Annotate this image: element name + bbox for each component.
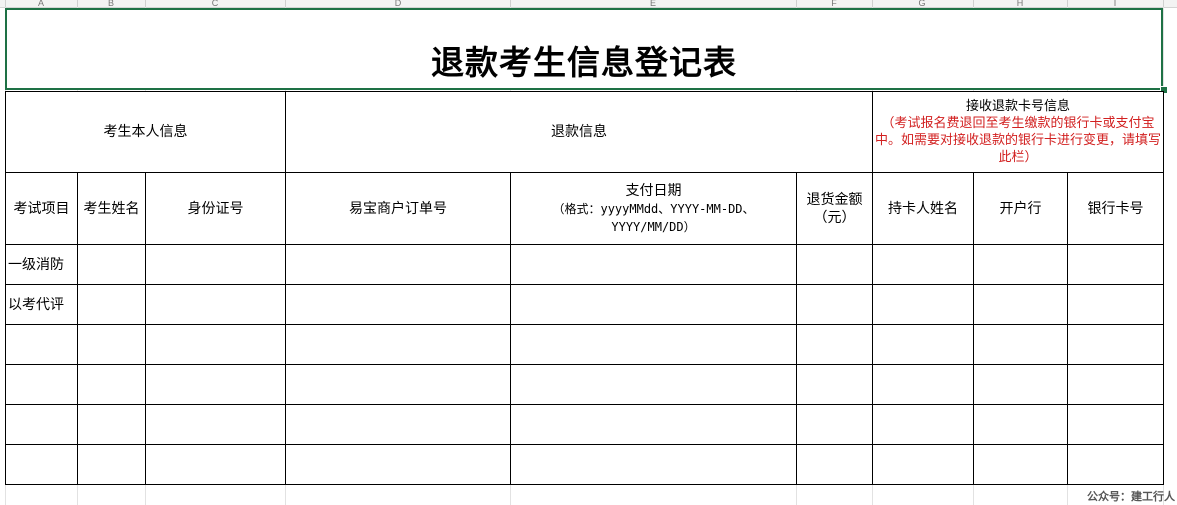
row-5-cell[interactable]	[145, 404, 286, 445]
column-header-strip: A B C D E F G H I	[0, 0, 1177, 8]
row-2-cell[interactable]	[285, 284, 511, 325]
row-5-cell[interactable]	[77, 404, 146, 445]
group-personal-info[interactable]: 考生本人信息	[5, 91, 286, 173]
row-5-cell[interactable]	[1067, 404, 1164, 445]
header-refund-amount[interactable]: 退货金额（元）	[796, 172, 873, 245]
row-2-cell[interactable]	[510, 284, 797, 325]
row-1-cell[interactable]	[872, 244, 974, 285]
header-id-number[interactable]: 身份证号	[145, 172, 286, 245]
row-6-cell[interactable]	[796, 444, 873, 485]
row-3-cell[interactable]	[1067, 324, 1164, 365]
row-4-cell[interactable]	[145, 364, 286, 405]
row-3-cell[interactable]	[796, 324, 873, 365]
row-6-cell[interactable]	[973, 444, 1068, 485]
row-1-exam-item[interactable]: 一级消防	[5, 244, 78, 285]
row-4-cell[interactable]	[796, 364, 873, 405]
row-1-cell[interactable]	[973, 244, 1068, 285]
group-card-title: 接收退款卡号信息	[965, 99, 1070, 114]
row-4-cell[interactable]	[510, 364, 797, 405]
row-5-cell[interactable]	[872, 404, 974, 445]
row-2-exam-item[interactable]: 以考代评	[5, 284, 78, 325]
row-3-cell[interactable]	[77, 324, 146, 365]
row-1-cell[interactable]	[510, 244, 797, 285]
group-card-info[interactable]: 接收退款卡号信息 （考试报名费退回至考生缴款的银行卡或支付宝中。如需要对接收退款…	[872, 91, 1164, 173]
column-header-g[interactable]: G	[918, 0, 925, 8]
row-5-cell[interactable]	[796, 404, 873, 445]
row-6-exam-item[interactable]	[5, 444, 78, 485]
column-header-f[interactable]: F	[831, 0, 837, 8]
row-3-cell[interactable]	[145, 324, 286, 365]
row-4-cell[interactable]	[1067, 364, 1164, 405]
header-bank[interactable]: 开户行	[973, 172, 1068, 245]
header-exam-item[interactable]: 考试项目	[5, 172, 78, 245]
row-6-cell[interactable]	[77, 444, 146, 485]
column-header-i[interactable]: I	[1114, 0, 1117, 8]
header-pay-date-label: 支付日期	[625, 182, 682, 199]
header-card-number[interactable]: 银行卡号	[1067, 172, 1164, 245]
row-3-cell[interactable]	[285, 324, 511, 365]
column-header-a[interactable]: A	[38, 0, 44, 8]
row-1-cell[interactable]	[1067, 244, 1164, 285]
row-6-cell[interactable]	[1067, 444, 1164, 485]
row-3-cell[interactable]	[872, 324, 974, 365]
row-2-cell[interactable]	[145, 284, 286, 325]
header-card-holder[interactable]: 持卡人姓名	[872, 172, 974, 245]
row-2-cell[interactable]	[796, 284, 873, 325]
group-refund-info[interactable]: 退款信息	[285, 91, 873, 173]
row-5-exam-item[interactable]	[5, 404, 78, 445]
column-header-c[interactable]: C	[212, 0, 219, 8]
row-6-cell[interactable]	[285, 444, 511, 485]
header-pay-date-format: （格式：yyyyMMdd、YYYY-MM-DD、YYYY/MM/DD）	[552, 201, 755, 234]
row-1-cell[interactable]	[145, 244, 286, 285]
row-5-cell[interactable]	[973, 404, 1068, 445]
group-card-note: （考试报名费退回至考生缴款的银行卡或支付宝中。如需要对接收退款的银行卡进行变更，…	[875, 116, 1162, 165]
row-6-cell[interactable]	[145, 444, 286, 485]
row-6-cell[interactable]	[872, 444, 974, 485]
row-2-cell[interactable]	[1067, 284, 1164, 325]
row-4-exam-item[interactable]	[5, 364, 78, 405]
column-header-e[interactable]: E	[650, 0, 656, 8]
row-1-cell[interactable]	[796, 244, 873, 285]
column-header-h[interactable]: H	[1017, 0, 1024, 8]
spreadsheet-view: A B C D E F G H I 退款考生信息登记表 考生本人信息 退款信息 …	[0, 0, 1177, 505]
header-pay-date[interactable]: 支付日期 （格式：yyyyMMdd、YYYY-MM-DD、YYYY/MM/DD）	[510, 172, 797, 245]
watermark-text: 公众号：建工行人	[1087, 490, 1175, 503]
column-header-b[interactable]: B	[108, 0, 114, 8]
row-1-cell[interactable]	[77, 244, 146, 285]
form-title: 退款考生信息登记表	[431, 43, 737, 82]
row-5-cell[interactable]	[510, 404, 797, 445]
row-6-cell[interactable]	[510, 444, 797, 485]
row-4-cell[interactable]	[973, 364, 1068, 405]
row-1-cell[interactable]	[285, 244, 511, 285]
column-header-d[interactable]: D	[395, 0, 402, 8]
row-2-cell[interactable]	[973, 284, 1068, 325]
row-2-cell[interactable]	[77, 284, 146, 325]
title-cell-selected[interactable]: 退款考生信息登记表	[5, 8, 1163, 90]
header-order-no[interactable]: 易宝商户订单号	[285, 172, 511, 245]
row-4-cell[interactable]	[77, 364, 146, 405]
registration-table: 考生本人信息 退款信息 接收退款卡号信息 （考试报名费退回至考生缴款的银行卡或支…	[5, 91, 1164, 485]
row-5-cell[interactable]	[285, 404, 511, 445]
row-3-exam-item[interactable]	[5, 324, 78, 365]
header-name[interactable]: 考生姓名	[77, 172, 146, 245]
row-4-cell[interactable]	[872, 364, 974, 405]
row-3-cell[interactable]	[510, 324, 797, 365]
row-2-cell[interactable]	[872, 284, 974, 325]
row-3-cell[interactable]	[973, 324, 1068, 365]
row-4-cell[interactable]	[285, 364, 511, 405]
